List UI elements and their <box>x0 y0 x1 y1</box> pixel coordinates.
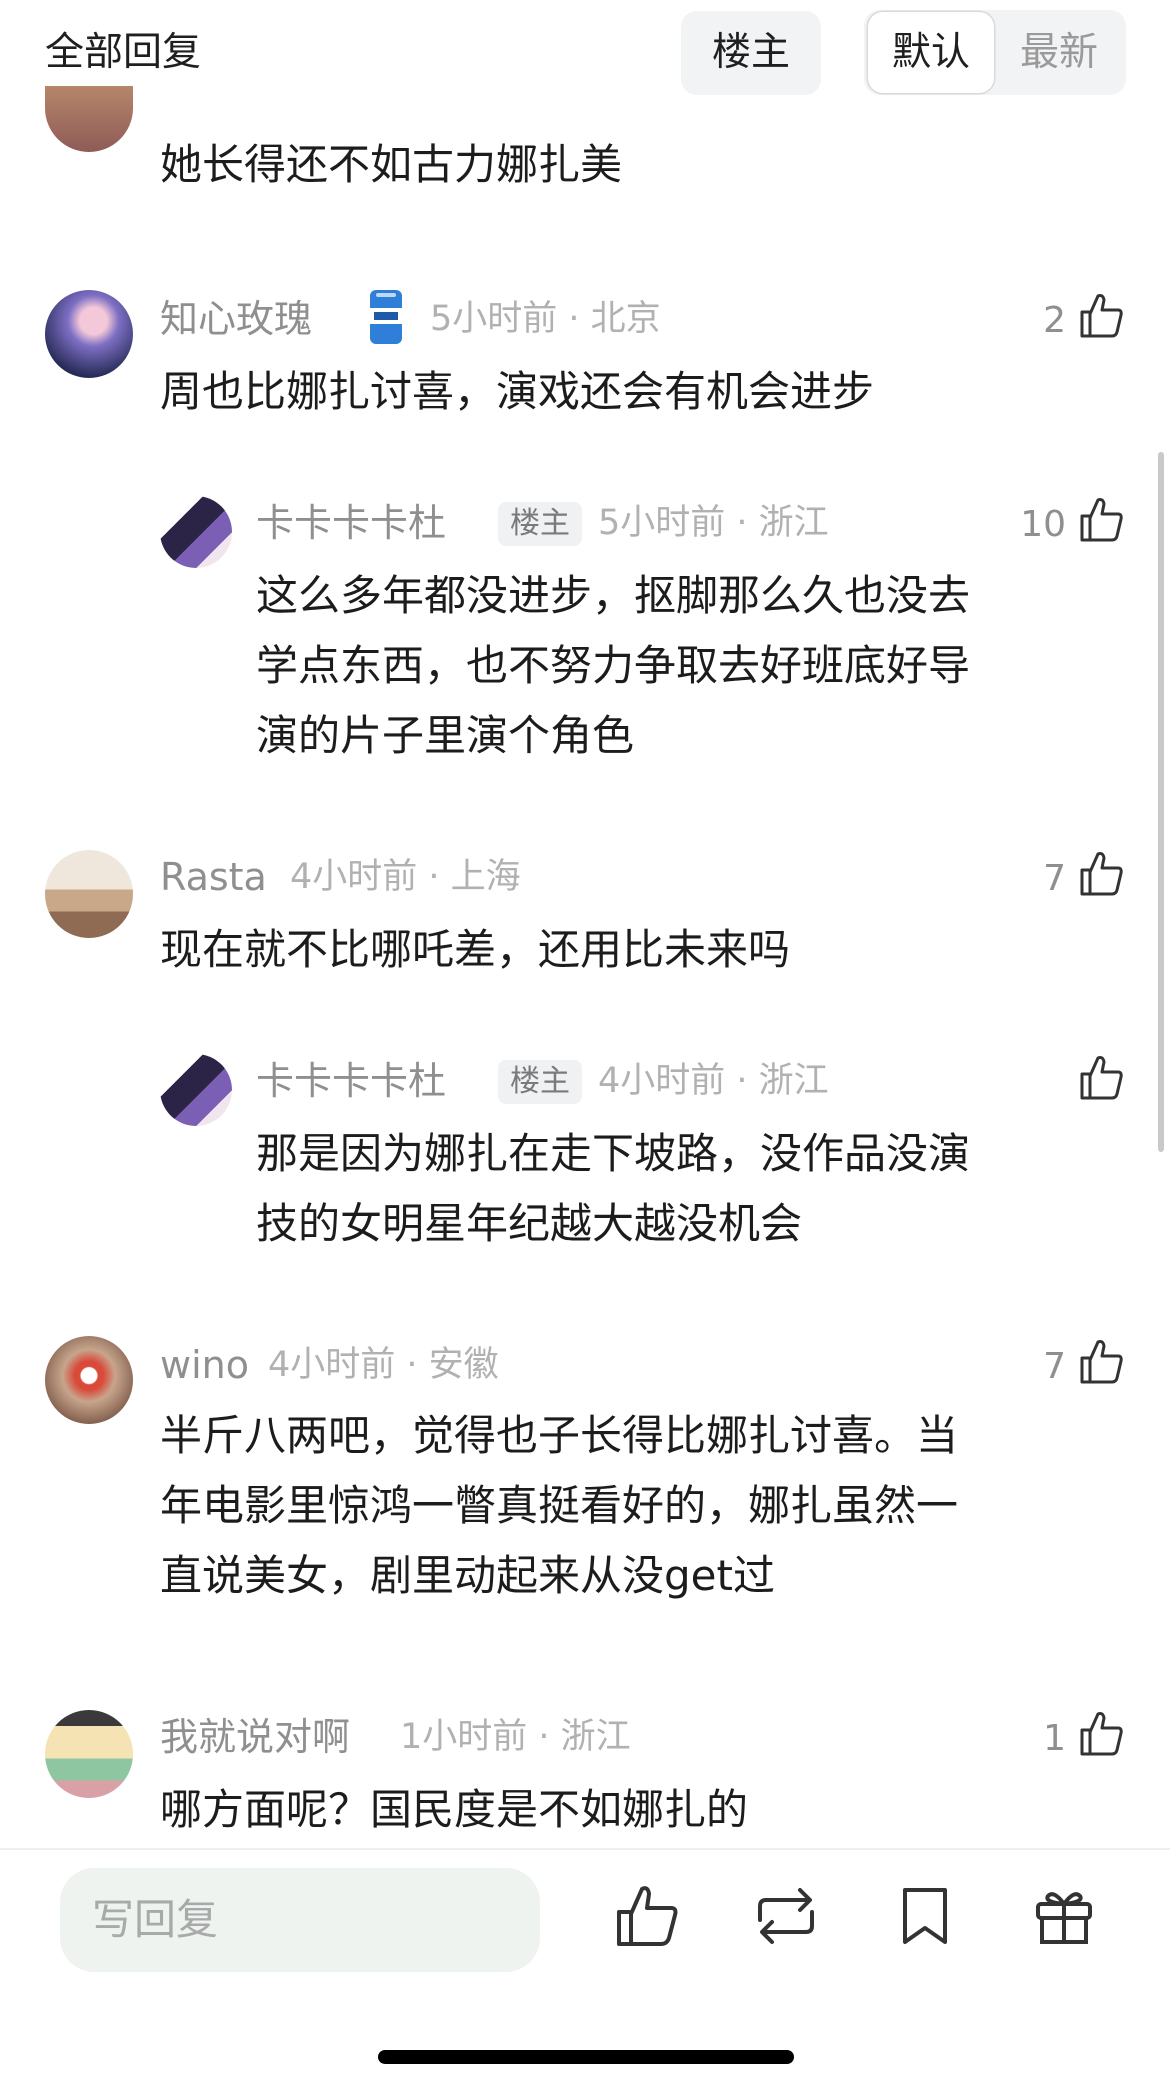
op-badge: 楼主 <box>498 1060 582 1104</box>
avatar[interactable] <box>45 1710 133 1798</box>
reply-input[interactable]: 写回复 <box>60 1868 540 1972</box>
comment-body-line: 半斤八两吧，觉得也子长得比娜扎讨喜。当 <box>160 1411 959 1460</box>
like-count: 2 <box>1043 300 1066 341</box>
comment-body-line: 那是因为娜扎在走下坡路，没作品没演 <box>256 1129 971 1178</box>
like-count: 7 <box>1043 858 1066 899</box>
comment-body: 周也比娜扎讨喜，演戏还会有机会进步 <box>160 367 875 416</box>
op-badge: 楼主 <box>498 502 582 546</box>
avatar[interactable] <box>45 86 133 152</box>
comment-meta: 4小时前 · 安徽 <box>268 1345 499 1385</box>
comment-body-line: 演的片子里演个角色 <box>256 711 635 760</box>
comment-author[interactable]: 知心玫瑰 <box>160 294 312 344</box>
comment-body-line: 学点东西，也不努力争取去好班底好导 <box>256 641 971 690</box>
avatar[interactable] <box>45 290 133 378</box>
like-count: 7 <box>1043 1346 1066 1387</box>
thumbs-up-icon[interactable] <box>1078 1336 1126 1386</box>
comment-body: 她长得还不如古力娜扎美 <box>160 140 623 189</box>
comment-body: 哪方面呢？国民度是不如娜扎的 <box>160 1785 749 1834</box>
scroll-indicator[interactable] <box>1158 452 1164 1152</box>
like-icon[interactable] <box>611 1880 683 1952</box>
bookmark-icon[interactable] <box>889 1880 961 1952</box>
comment-author[interactable]: wino <box>160 1340 249 1390</box>
thumbs-up-icon[interactable] <box>1078 1052 1126 1102</box>
comment-body-line: 技的女明星年纪越大越没机会 <box>256 1199 803 1248</box>
comment-author[interactable]: 卡卡卡卡杜 <box>256 498 446 548</box>
comment-meta: 4小时前 · 浙江 <box>598 1061 829 1101</box>
comment-meta: 4小时前 · 上海 <box>290 857 521 897</box>
thumbs-up-icon[interactable] <box>1078 1708 1126 1758</box>
like-count: 10 <box>1020 504 1066 545</box>
gift-icon[interactable] <box>1028 1880 1100 1952</box>
comment-author[interactable]: 卡卡卡卡杜 <box>256 1056 446 1106</box>
avatar[interactable] <box>45 850 133 938</box>
thumbs-up-icon[interactable] <box>1078 290 1126 340</box>
comment-meta: 1小时前 · 浙江 <box>400 1717 631 1757</box>
comment-author[interactable]: Rasta <box>160 852 267 902</box>
page-title: 全部回复 <box>45 30 202 75</box>
beer-can-icon <box>370 290 402 344</box>
comment-author[interactable]: 我就说对啊 <box>160 1712 350 1762</box>
repost-icon[interactable] <box>750 1880 822 1952</box>
avatar[interactable] <box>160 496 232 568</box>
comment-body-line: 直说美女，剧里动起来从没get过 <box>160 1551 775 1600</box>
comment-body: 现在就不比哪吒差，还用比未来吗 <box>160 925 791 974</box>
thumbs-up-icon[interactable] <box>1078 494 1126 544</box>
op-filter-button[interactable]: 楼主 <box>681 11 821 95</box>
comment-body-line: 这么多年都没进步，抠脚那么久也没去 <box>256 571 971 620</box>
avatar[interactable] <box>160 1054 232 1126</box>
comment-body-line: 年电影里惊鸿一瞥真挺看好的，娜扎虽然一 <box>160 1481 959 1530</box>
avatar[interactable] <box>45 1336 133 1424</box>
sort-latest-tab[interactable]: 最新 <box>994 12 1124 93</box>
home-indicator[interactable] <box>378 2050 794 2064</box>
comment-meta: 5小时前 · 浙江 <box>598 503 829 543</box>
comment-meta: 5小时前 · 北京 <box>430 299 661 339</box>
thumbs-up-icon[interactable] <box>1078 848 1126 898</box>
sort-default-tab[interactable]: 默认 <box>868 12 994 93</box>
like-count: 1 <box>1043 1718 1066 1759</box>
